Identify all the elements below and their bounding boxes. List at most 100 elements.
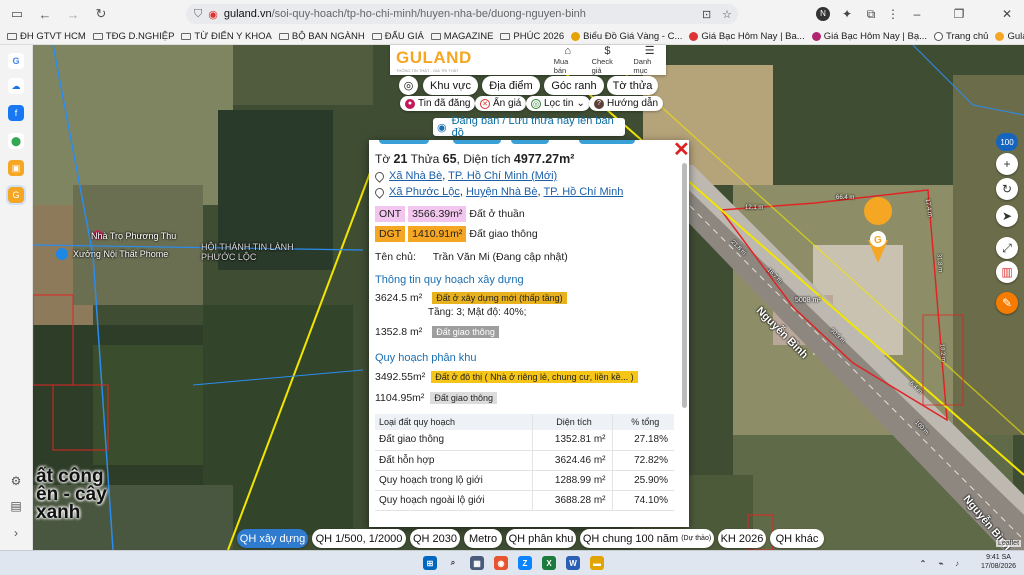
poi-label[interactable]: Xưởng Nội Thất Phome — [73, 249, 168, 259]
start-icon[interactable]: ⊞ — [423, 556, 437, 570]
panel-tab[interactable] — [379, 140, 429, 144]
danh-muc-button[interactable]: ☰ Danh mục — [633, 45, 666, 75]
bookmark-item[interactable]: ĐẤU GIÁ — [371, 31, 424, 42]
bookmark-item[interactable]: Giá Bạc Hôm Nay | Bạ... — [811, 31, 927, 42]
bookmark-item[interactable]: BỘ BAN NGÀNH — [278, 31, 365, 42]
back-icon[interactable]: ← — [34, 3, 56, 25]
word-icon[interactable]: W — [566, 556, 580, 570]
map-attribution[interactable]: Leaflet — [996, 540, 1022, 547]
app-icon[interactable]: ▣ — [8, 160, 24, 176]
puzzle-icon[interactable]: ⧉ — [862, 5, 880, 23]
svg-text:G: G — [874, 235, 882, 246]
star-icon[interactable]: ☆ — [722, 8, 732, 21]
huong-dan-button[interactable]: ? Hướng dẫn — [589, 96, 664, 111]
tab-qh-2030[interactable]: QH 2030 — [410, 529, 460, 548]
loc-tin-dropdown[interactable]: ◎ Lọc tin ⌄ — [526, 96, 590, 111]
reload-icon[interactable]: ↻ — [90, 3, 112, 25]
close-window-icon[interactable]: ✕ — [998, 5, 1016, 23]
task-view-icon[interactable]: ▦ — [470, 556, 484, 570]
bookmark-item[interactable]: Biểu Đồ Giá Vàng - C... — [571, 31, 682, 42]
bookmark-item[interactable]: Guland.vn - Bản Đồ Q... — [995, 31, 1024, 42]
google-icon[interactable]: G — [8, 53, 24, 69]
tray-icon[interactable]: ⌃ — [916, 556, 930, 570]
search-icon[interactable]: ⌕ — [446, 556, 460, 570]
layout-icon[interactable]: ▤ — [8, 498, 24, 514]
poi-label[interactable]: Nhà Trọ Phương Thu — [91, 231, 176, 241]
site-info-icon[interactable]: ◉ — [208, 8, 218, 21]
panel-scrollbar[interactable] — [682, 163, 687, 408]
bookmark-item[interactable]: Trang chủ — [934, 31, 988, 42]
check-gia-button[interactable]: $ Check giá — [592, 45, 624, 75]
an-gia-toggle[interactable]: ✕ Ẩn giá — [475, 96, 527, 111]
close-panel-icon[interactable]: ✕ — [673, 140, 690, 160]
location-old: Xã Phước Lộc, Huyện Nhà Bè, TP. Hồ Chí M… — [373, 185, 623, 199]
cloud-icon[interactable]: ☁ — [8, 78, 24, 94]
tab-qh-1-500[interactable]: QH 1/500, 1/2000 — [312, 529, 406, 548]
file-explorer-icon[interactable]: ▬ — [590, 556, 604, 570]
land-area-badge: 3566.39m² — [408, 206, 467, 222]
menu-dots-icon[interactable]: ⋮ — [884, 5, 902, 23]
tab-qh-xay-dung[interactable]: QH xây dựng — [237, 529, 308, 548]
collapse-icon[interactable]: › — [8, 525, 24, 541]
refresh-icon[interactable]: ↻ — [996, 178, 1018, 200]
bookmark-item[interactable]: ĐH GTVT HCM — [7, 31, 86, 42]
panel-tab[interactable] — [453, 140, 501, 144]
target-icon: ◎ — [403, 80, 414, 92]
filter-to-thua[interactable]: Tờ thửa — [607, 76, 658, 95]
commune-link[interactable]: Xã Phước Lộc — [389, 186, 460, 198]
trash-icon[interactable]: ▥ — [996, 261, 1018, 283]
filter-khu-vuc[interactable]: Khu vực — [423, 76, 478, 95]
city-link[interactable]: TP. Hồ Chí Minh — [543, 186, 623, 198]
excel-icon[interactable]: X — [542, 556, 556, 570]
district-link[interactable]: Huyện Nhà Bè — [466, 186, 538, 198]
profile-avatar[interactable]: N — [814, 5, 832, 23]
guland-logo[interactable]: GULAND THÔNG TIN THẬT - GIÁ TRỊ THẬT — [396, 48, 472, 73]
toggle-label: Tin đã đăng — [418, 98, 471, 109]
locate-me-button[interactable]: ◎ — [399, 76, 418, 95]
filter-dia-diem[interactable]: Địa điểm — [482, 76, 540, 95]
post-listing-button[interactable]: ◉ Đăng bán / Lưu thửa này lên bản đồ — [433, 115, 625, 139]
bookmark-item[interactable]: Giá Bạc Hôm Nay | Ba... — [689, 31, 805, 42]
tab-qh-phan-khu[interactable]: QH phân khu — [506, 529, 576, 548]
panel-tab[interactable] — [579, 140, 635, 144]
panel-tab[interactable] — [511, 140, 549, 144]
poi-label[interactable]: HỘI THÁNH TIN LÀNH PHƯỚC LỘC — [201, 242, 321, 262]
section-title-plan-zone: Quy hoạch phân khu — [375, 352, 477, 364]
volume-icon[interactable]: ♪ — [950, 556, 964, 570]
tab-kh-2026[interactable]: KH 2026 — [718, 529, 766, 548]
tab-qh-khac[interactable]: QH khác — [770, 529, 824, 548]
mua-ban-button[interactable]: ⌂ Mua bán — [554, 45, 582, 75]
bookmark-item[interactable]: MAGAZINE — [430, 31, 493, 42]
tin-da-dang-toggle[interactable]: ● Tin đã đăng — [400, 96, 476, 111]
tab-metro[interactable]: Metro — [464, 529, 502, 548]
install-app-icon[interactable]: ⊡ — [702, 8, 711, 21]
forward-icon[interactable]: → — [62, 3, 84, 25]
table-cell: Quy hoạch ngoài lộ giới — [375, 490, 532, 511]
bookmark-item[interactable]: TỪ ĐIỂN Y KHOA — [181, 31, 272, 42]
guland-panel-icon[interactable]: G — [6, 185, 26, 205]
zalo-icon[interactable]: Z — [518, 556, 532, 570]
minimize-icon[interactable]: – — [908, 5, 926, 23]
pencil-icon[interactable]: ✎ — [996, 292, 1018, 314]
plan-area: 1352.8 m² — [375, 326, 423, 338]
commune-link[interactable]: Xã Nhà Bè — [389, 170, 442, 182]
expand-icon[interactable]: ⤢ — [996, 237, 1018, 259]
bookmark-item[interactable]: PHÚC 2026 — [500, 31, 564, 42]
extensions-icon[interactable]: ✦ — [838, 5, 856, 23]
sidebar-toggle-icon[interactable]: ▭ — [6, 3, 28, 25]
plus-icon[interactable]: + — [996, 153, 1018, 175]
filter-goc-ranh[interactable]: Góc ranh — [544, 76, 604, 95]
network-icon[interactable]: ⌁ — [934, 556, 948, 570]
maps-icon[interactable]: ⬤ — [8, 133, 24, 149]
bookmark-item[interactable]: TĐG D.NGHIỆP — [92, 31, 174, 42]
plan-badge: Đất giao thông — [430, 392, 497, 404]
tab-qh-chung-100-nam[interactable]: QH chung 100 năm (Dự thảo) — [580, 529, 714, 548]
system-clock[interactable]: 9:41 SA 17/08/2026 — [981, 553, 1016, 571]
restore-icon[interactable]: ❐ — [950, 5, 968, 23]
address-bar[interactable]: ⛉ ◉ guland.vn /soi-quy-hoach/tp-ho-chi-m… — [186, 4, 738, 24]
facebook-icon[interactable]: f — [8, 105, 24, 121]
locate-icon[interactable]: ➤ — [996, 205, 1018, 227]
settings-icon[interactable]: ⚙ — [8, 473, 24, 489]
browser-icon[interactable]: ◉ — [494, 556, 508, 570]
city-link[interactable]: TP. Hồ Chí Minh (Mới) — [448, 170, 557, 182]
